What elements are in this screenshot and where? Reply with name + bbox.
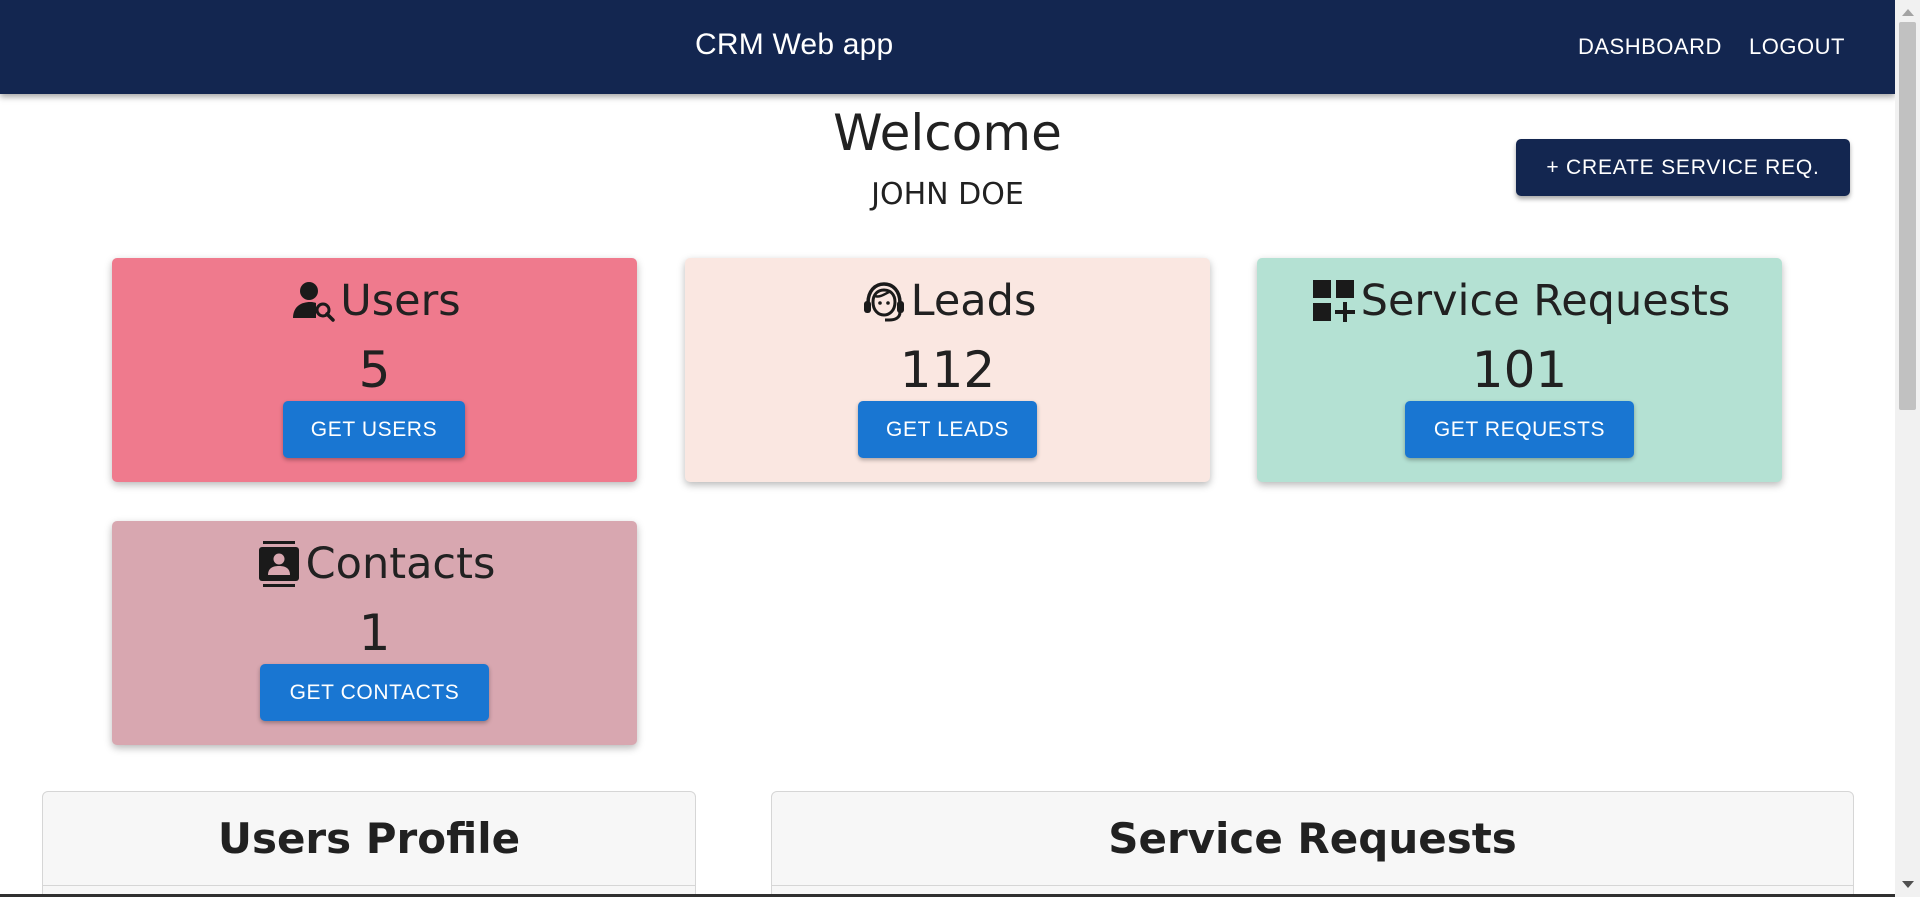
leads-card: Leads 112 GET LEADS <box>685 258 1210 482</box>
get-requests-button[interactable]: GET REQUESTS <box>1405 401 1634 458</box>
app-bar: CRM Web app DASHBOARD LOGOUT <box>0 0 1895 94</box>
service-requests-card: Service Requests 101 GET REQUESTS <box>1257 258 1782 482</box>
contacts-count: 1 <box>358 604 391 662</box>
page: CRM Web app DASHBOARD LOGOUT Welcome JOH… <box>0 0 1920 897</box>
leads-card-header: Leads <box>685 268 1210 334</box>
get-users-button[interactable]: GET USERS <box>283 401 465 458</box>
service-requests-divider <box>772 885 1853 886</box>
dashboard-add-icon <box>1312 280 1355 322</box>
page-scrollbar[interactable] <box>1895 0 1920 897</box>
scroll-thumb[interactable] <box>1899 22 1916 410</box>
contacts-card: Contacts 1 GET CONTACTS <box>112 521 637 745</box>
service-requests-card-header: Service Requests <box>1257 268 1782 334</box>
users-profile-divider <box>43 885 695 886</box>
service-requests-card-title: Service Requests <box>1360 276 1731 326</box>
get-contacts-button[interactable]: GET CONTACTS <box>260 664 489 721</box>
app-title: CRM Web app <box>695 28 894 61</box>
scroll-up-arrow-icon[interactable] <box>1902 9 1914 16</box>
headset-icon <box>863 282 904 322</box>
contact-card-icon <box>258 541 299 587</box>
contacts-card-header: Contacts <box>112 531 637 597</box>
users-profile-panel: Users Profile <box>42 791 696 897</box>
service-requests-panel: Service Requests <box>771 791 1854 897</box>
scroll-down-arrow-icon[interactable] <box>1902 881 1914 888</box>
user-search-icon <box>293 282 336 322</box>
users-card-header: Users <box>112 268 637 334</box>
users-profile-title: Users Profile <box>217 814 521 863</box>
users-card-title: Users <box>340 276 461 326</box>
users-card: Users 5 GET USERS <box>112 258 637 482</box>
create-service-request-button[interactable]: + CREATE SERVICE REQ. <box>1516 139 1850 196</box>
contacts-card-title: Contacts <box>305 539 496 589</box>
users-count: 5 <box>358 341 391 399</box>
leads-card-title: Leads <box>910 276 1037 326</box>
service-requests-panel-title: Service Requests <box>1108 814 1517 863</box>
service-requests-count: 101 <box>1471 341 1568 399</box>
get-leads-button[interactable]: GET LEADS <box>858 401 1037 458</box>
leads-count: 112 <box>899 341 996 399</box>
nav-logout-link[interactable]: LOGOUT <box>1749 34 1845 60</box>
nav-dashboard-link[interactable]: DASHBOARD <box>1578 34 1722 60</box>
